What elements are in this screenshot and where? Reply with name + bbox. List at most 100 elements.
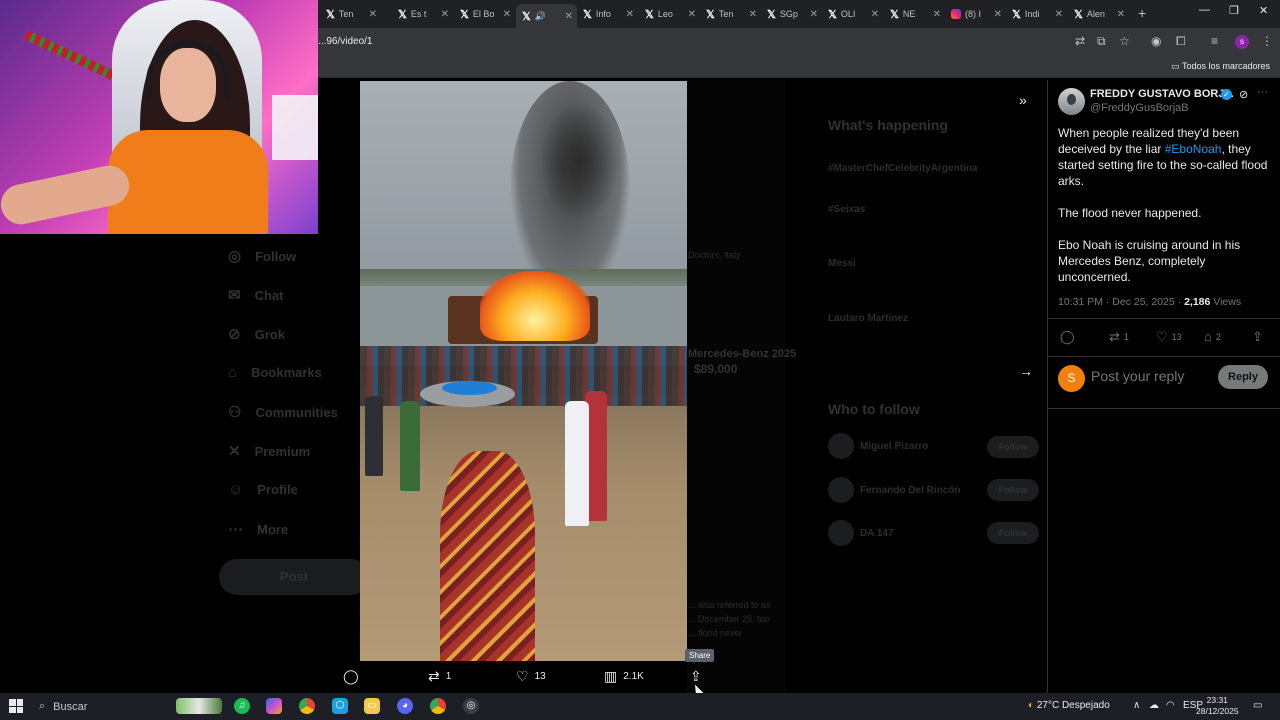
profile-avatar[interactable]: s — [1235, 35, 1249, 49]
nav-icon: ⚇ — [228, 404, 242, 421]
search-icon: ⌕ — [39, 700, 46, 712]
video-reply-button[interactable]: ◯ — [343, 668, 365, 685]
close-tab-icon[interactable]: ✕ — [871, 9, 879, 20]
browser-tab[interactable]: 𝕏 Leo ✕ — [639, 4, 700, 24]
browser-tab[interactable]: 𝕏 Ten ✕ — [700, 4, 761, 24]
browser-menu-icon[interactable]: ⋮ — [1261, 34, 1273, 48]
address-bar[interactable]: ...96/video/1 — [318, 36, 372, 47]
video-fire — [480, 271, 590, 341]
close-tab-icon[interactable]: ✕ — [1117, 9, 1125, 20]
all-bookmarks-folder[interactable]: ▭ Todos los marcadores — [1171, 61, 1270, 72]
browser-tab[interactable]: 𝕏 El Bo ✕ — [454, 4, 515, 24]
video-views-button[interactable]: ▥ 2.1K — [604, 668, 644, 685]
expand-panel-icon[interactable]: » — [1019, 92, 1027, 108]
discord-icon[interactable]: ◕ — [397, 698, 413, 714]
author-handle[interactable]: @FreddyGusBorjaB — [1090, 102, 1189, 114]
close-tab-icon[interactable]: ✕ — [994, 9, 1002, 20]
reply-input[interactable] — [1091, 368, 1211, 384]
nav-icon: ✕ — [228, 443, 241, 460]
background-snippet: ... also referred to as — [688, 600, 771, 610]
close-tab-icon[interactable]: ✕ — [749, 9, 757, 20]
video-person — [365, 396, 383, 476]
browser-tab[interactable]: 𝕏 Alen ✕ — [1068, 4, 1129, 24]
video-repost-button[interactable]: ⇄ 1 — [428, 668, 451, 685]
x-logo-icon: 𝕏 — [828, 8, 837, 21]
who-to-follow-title: Who to follow — [828, 401, 920, 417]
browser-tab[interactable]: 𝕏 NE ✕ — [884, 4, 945, 24]
chrome-icon[interactable] — [299, 698, 315, 714]
obs-icon[interactable]: ◎ — [463, 698, 479, 714]
taskbar-clock[interactable]: 23:31 28/12/2025 — [1196, 695, 1239, 717]
browser-tab[interactable]: 𝕏 Es t ✕ — [392, 4, 453, 24]
like-button[interactable]: ♡ 13 — [1156, 329, 1182, 345]
divider — [1048, 408, 1280, 409]
share-button[interactable]: ⇪ — [1252, 329, 1263, 345]
close-tab-icon[interactable]: ✕ — [626, 9, 634, 20]
spotify-icon[interactable]: ♫ — [234, 698, 250, 714]
tab-title: (8) I — [965, 9, 982, 19]
more-options-icon[interactable]: ··· — [1257, 86, 1268, 98]
browser-tab[interactable]: 𝕏 Info ✕ — [577, 4, 638, 24]
video-like-button[interactable]: ♡ 13 — [516, 668, 546, 685]
media-controls-icon[interactable]: ≡ — [1211, 34, 1218, 48]
bookmark-button[interactable]: ⌂ 2 — [1204, 329, 1221, 344]
close-tab-icon[interactable]: ✕ — [441, 9, 449, 20]
background-snippet: ... flood never — [688, 628, 743, 638]
chrome-profile-icon[interactable] — [430, 698, 446, 714]
suggested-account: Fernando Del Rincón — [828, 477, 961, 503]
background-nav-item: ⌂ Bookmarks — [228, 364, 322, 381]
close-tab-icon[interactable]: ✕ — [503, 9, 511, 20]
author-name[interactable]: FREDDY GUSTAVO BORJ... — [1090, 88, 1234, 100]
bookmark-star-icon[interactable]: ☆ — [1119, 34, 1130, 48]
x-logo-icon: 𝕏 — [890, 8, 899, 21]
tab-title: Indi — [1024, 9, 1040, 19]
reply-submit-button[interactable]: Reply — [1218, 365, 1268, 389]
taskbar-search[interactable]: ⌕ Buscar — [33, 696, 168, 717]
windows-start-icon[interactable] — [9, 699, 23, 713]
install-app-icon[interactable]: ⧉ — [1097, 34, 1106, 49]
browser-tab[interactable]: 𝕏 OLI ✕ — [822, 4, 883, 24]
close-tab-icon[interactable]: ✕ — [565, 11, 573, 22]
suggested-account: Miguel Pizarro — [828, 433, 928, 459]
share-tooltip: Share — [685, 649, 715, 662]
browser-tab[interactable]: 𝕏 🔊 ✕ — [516, 4, 577, 28]
wifi-icon[interactable]: ◠ — [1166, 700, 1175, 711]
tray-app-icon[interactable]: ☁ — [1149, 700, 1159, 711]
repost-button[interactable]: ⇄ 1 — [1109, 329, 1129, 345]
video-player[interactable] — [360, 81, 687, 661]
extension-color-icon[interactable]: ◉ — [1151, 34, 1161, 48]
close-tab-icon[interactable]: ✕ — [933, 9, 941, 20]
trend-item: Lautaro Martínez — [828, 313, 909, 324]
browser-tab[interactable]: 𝕏 SGp ✕ — [761, 4, 822, 24]
translate-icon[interactable]: ⇄ — [1075, 34, 1085, 48]
video-crowd — [360, 346, 687, 406]
author-avatar[interactable] — [1058, 88, 1085, 115]
restore-button[interactable]: ❐ — [1229, 4, 1239, 17]
browser-tab[interactable]: (8) I ✕ — [945, 4, 1006, 24]
weather-widget[interactable]: ◐ 27°C Despejado — [1028, 700, 1110, 711]
tray-overflow-icon[interactable]: ∧ — [1133, 700, 1140, 711]
close-window-button[interactable]: ✕ — [1259, 4, 1268, 17]
repost-icon: ⇄ — [428, 668, 440, 684]
background-snippet: $89,000 — [694, 362, 738, 376]
close-tab-icon[interactable]: ✕ — [369, 9, 377, 20]
browser-tab[interactable]: 𝕏 Indi ✕ — [1006, 4, 1067, 24]
close-tab-icon[interactable]: ✕ — [810, 9, 818, 20]
taskbar-widget-image[interactable] — [176, 698, 222, 714]
minimize-button[interactable]: — — [1199, 4, 1210, 16]
grok-icon[interactable]: ⊘ — [1239, 88, 1248, 101]
app-icon[interactable]: ⬡ — [332, 698, 348, 714]
x-logo-icon: 𝕏 — [767, 8, 776, 21]
file-explorer-icon[interactable]: ▭ — [364, 698, 380, 714]
notifications-icon[interactable]: ▭ — [1253, 700, 1262, 711]
extensions-puzzle-icon[interactable]: ⧠ — [1176, 34, 1186, 49]
next-media-icon[interactable]: → — [1019, 363, 1033, 379]
reply-icon: ◯ — [1060, 329, 1075, 344]
hashtag-link[interactable]: #EboNoah — [1165, 142, 1222, 156]
close-tab-icon[interactable]: ✕ — [688, 9, 696, 20]
browser-tab[interactable]: 𝕏 Ten ✕ — [320, 4, 381, 24]
reply-button[interactable]: ◯ — [1060, 329, 1079, 345]
close-tab-icon[interactable]: ✕ — [1055, 9, 1063, 20]
copilot-icon[interactable] — [266, 698, 282, 714]
new-tab-button[interactable]: + — [1138, 5, 1146, 21]
